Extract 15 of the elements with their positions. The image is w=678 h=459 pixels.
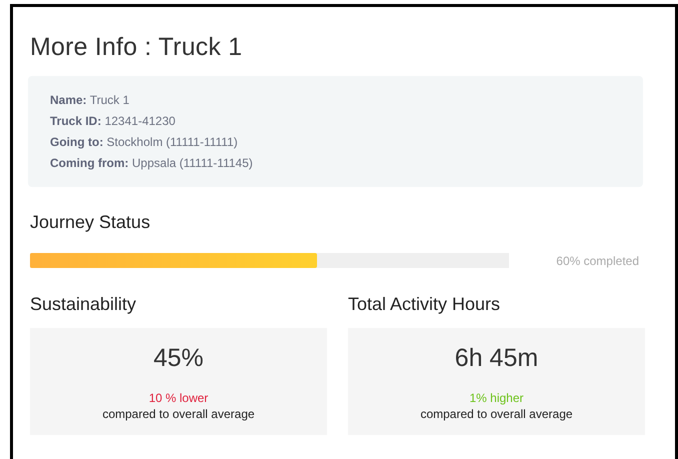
section-heading: Journey Status <box>30 212 152 233</box>
progress-reading: 60% completed <box>556 254 639 268</box>
change-text: 10 % lower <box>148 391 208 405</box>
detail-line: Coming from: Uppsala (11111-11145) <box>50 155 254 171</box>
detail-line: Truck ID: 12341-41230 <box>50 113 176 129</box>
change-text: 1% higher <box>469 391 524 405</box>
page-title: More Info : Truck 1 <box>30 33 244 62</box>
detail-line: Going to: Stockholm (11111-11111) <box>50 134 239 150</box>
section-heading: Total Activity Hours <box>348 294 502 315</box>
comparison-note: compared to overall average <box>102 407 255 421</box>
comparison-note: compared to overall average <box>420 407 573 421</box>
stat-value: 45% <box>153 344 204 373</box>
stat-value: 6h 45m <box>454 344 538 373</box>
detail-line: Name: Truck 1 <box>50 92 130 108</box>
section-heading: Sustainability <box>30 294 138 315</box>
